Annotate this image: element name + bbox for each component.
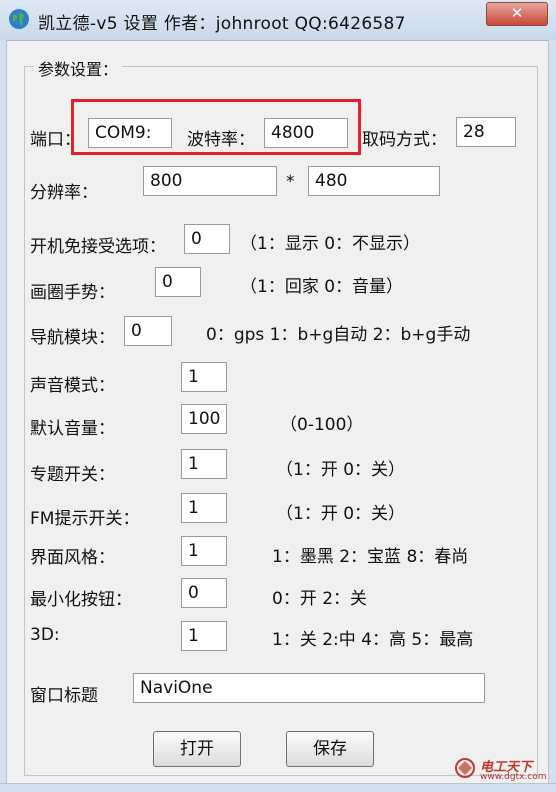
window-frame-left <box>0 40 7 791</box>
window-frame-right <box>548 40 556 791</box>
nav-module-field[interactable] <box>124 316 172 346</box>
resolution-height-field[interactable] <box>308 166 440 196</box>
three-d-hint: 1：关 2:中 4：高 5：最高 <box>272 630 474 650</box>
resolution-width-field[interactable] <box>143 166 277 196</box>
minimize-button-hint: 0：开 2：关 <box>272 589 368 609</box>
window-title: 凯立德-v5 设置 作者：johnroot QQ:6426587 <box>38 14 406 34</box>
ui-style-label: 界面风格： <box>30 548 115 568</box>
open-button[interactable]: 打开 <box>153 731 241 767</box>
watermark-url: www.dgtx.com <box>480 772 547 782</box>
sound-mode-label: 声音模式： <box>30 376 115 396</box>
ui-style-field[interactable] <box>181 536 227 566</box>
default-volume-hint: （0-100） <box>280 415 364 435</box>
minimize-button-field[interactable] <box>181 578 227 608</box>
boot-option-label: 开机免接受选项： <box>30 237 166 257</box>
boot-option-field[interactable] <box>184 224 230 254</box>
gesture-label: 画圈手势： <box>30 283 115 303</box>
topic-switch-field[interactable] <box>181 449 227 479</box>
resolution-separator: * <box>286 172 295 192</box>
topic-switch-hint: （1：开 0：关） <box>276 460 406 480</box>
gesture-field[interactable] <box>155 267 201 297</box>
watermark-logo-icon <box>455 758 475 778</box>
window-title-field[interactable] <box>133 673 485 703</box>
group-title: 参数设置： <box>34 56 123 80</box>
save-button[interactable]: 保存 <box>286 731 374 767</box>
globe-icon <box>9 9 29 29</box>
baud-field[interactable] <box>264 118 348 148</box>
fm-switch-hint: （1：开 0：关） <box>276 504 406 524</box>
nav-module-hint: 0：gps 1：b+g自动 2：b+g手动 <box>206 325 471 345</box>
fm-switch-label: FM提示开关： <box>30 509 140 529</box>
default-volume-label: 默认音量： <box>30 419 115 439</box>
fetch-mode-label: 取码方式： <box>362 130 447 150</box>
nav-module-label: 导航模块： <box>30 328 115 348</box>
port-field[interactable] <box>88 118 172 148</box>
baud-label: 波特率： <box>187 130 255 150</box>
boot-option-hint: （1：显示 0：不显示） <box>240 234 421 254</box>
resolution-label: 分辨率： <box>30 183 98 203</box>
window-title-label: 窗口标题 <box>30 686 98 706</box>
port-label: 端口： <box>30 130 81 150</box>
ui-style-hint: 1：墨黑 2：宝蓝 8：春尚 <box>272 547 469 567</box>
fm-switch-field[interactable] <box>181 493 227 523</box>
gesture-hint: （1：回家 0：音量） <box>240 277 404 297</box>
three-d-label: 3D: <box>30 625 60 645</box>
default-volume-field[interactable] <box>181 404 227 434</box>
title-bar: 凯立德-v5 设置 作者：johnroot QQ:6426587 ✕ <box>0 0 556 41</box>
close-button[interactable]: ✕ <box>486 2 548 26</box>
minimize-button-label: 最小化按钮： <box>30 590 132 610</box>
fetch-mode-field[interactable] <box>456 117 516 147</box>
sound-mode-field[interactable] <box>181 362 227 392</box>
three-d-field[interactable] <box>181 621 227 651</box>
topic-switch-label: 专题开关： <box>30 465 115 485</box>
